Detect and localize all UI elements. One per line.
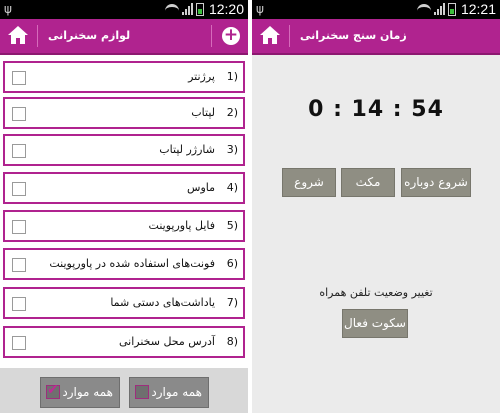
app-bar: لوازم سخنرانی + [0,19,248,55]
silent-mode-button[interactable]: سکوت فعال [342,309,408,338]
item-number: 3) [226,143,238,156]
usb-icon: ψ [256,2,264,16]
status-bar: ψ 12:20 [0,0,248,19]
checkbox[interactable] [12,220,26,234]
divider [289,25,290,47]
divider [37,25,38,47]
signal-icon [181,3,193,15]
checkbox[interactable] [12,107,26,121]
select-all-button[interactable]: همه موارد [40,377,120,408]
start-button[interactable]: شروع [282,168,336,197]
item-label: آدرس محل سخنرانی [118,335,215,348]
item-label: فونت‌های استفاده شده در پاورپوینت [49,257,215,270]
wifi-icon [164,4,179,14]
item-label: فایل پاورپوینت [148,219,215,232]
list-item[interactable]: 4) ماوس [3,172,245,204]
checkbox[interactable] [12,71,26,85]
select-all-label: همه موارد [62,385,113,399]
pause-button[interactable]: مکث [341,168,395,197]
item-label: پرژنتر [188,70,215,83]
battery-icon [447,2,456,16]
page-title: زمان سنج سخنرانی [300,29,407,42]
deselect-all-label: همه موارد [151,385,202,399]
wifi-icon [416,4,431,14]
item-label: یاداشت‌های دستی شما [110,296,215,309]
item-number: 8) [226,335,238,348]
checkbox[interactable] [12,182,26,196]
deselect-all-button[interactable]: همه موارد [129,377,209,408]
divider [211,25,212,47]
item-number: 1) [226,70,238,83]
home-icon[interactable] [7,25,29,45]
timer-screen: ψ 12:21 زمان سنج سخنرانی 0 : 14 : 54 شرو… [252,0,500,413]
item-label: ماوس [187,181,215,194]
status-time: 12:21 [460,1,496,17]
item-number: 4) [226,181,238,194]
item-label: لپتاب [191,106,215,119]
list-item[interactable]: 6) فونت‌های استفاده شده در پاورپوینت [3,248,245,280]
list-item[interactable]: 8) آدرس محل سخنرانی [3,326,245,358]
page-title: لوازم سخنرانی [48,29,131,42]
list-item[interactable]: 5) فایل پاورپوینت [3,210,245,242]
app-bar: زمان سنج سخنرانی [252,19,500,55]
checkbox[interactable] [12,258,26,272]
phone-status-label: تغییر وضعیت تلفن همراه [319,286,433,299]
timer-display: 0 : 14 : 54 [308,97,444,122]
item-number: 7) [226,296,238,309]
list-item[interactable]: 2) لپتاب [3,97,245,129]
home-icon[interactable] [259,25,281,45]
item-number: 2) [226,106,238,119]
checked-icon [46,382,60,399]
list-item[interactable]: 3) شارژر لپتاب [3,134,245,166]
checkbox[interactable] [12,336,26,350]
status-time: 12:20 [208,1,244,17]
item-number: 5) [226,219,238,232]
checklist-screen: ψ 12:20 لوازم سخنرانی + 1) پرژنتر 2) لپتاب… [0,0,248,413]
unchecked-icon [135,385,149,399]
restart-button[interactable]: شروع دوباره [401,168,471,197]
checkbox[interactable] [12,297,26,311]
battery-icon [195,2,204,16]
checkbox[interactable] [12,144,26,158]
usb-icon: ψ [4,2,12,16]
signal-icon [433,3,445,15]
item-number: 6) [226,257,238,270]
status-bar: ψ 12:21 [252,0,500,19]
bottom-toolbar: همه موارد همه موارد [0,368,248,413]
item-label: شارژر لپتاب [159,143,215,156]
add-icon[interactable]: + [222,27,240,45]
list-item[interactable]: 1) پرژنتر [3,61,245,93]
list-item[interactable]: 7) یاداشت‌های دستی شما [3,287,245,319]
